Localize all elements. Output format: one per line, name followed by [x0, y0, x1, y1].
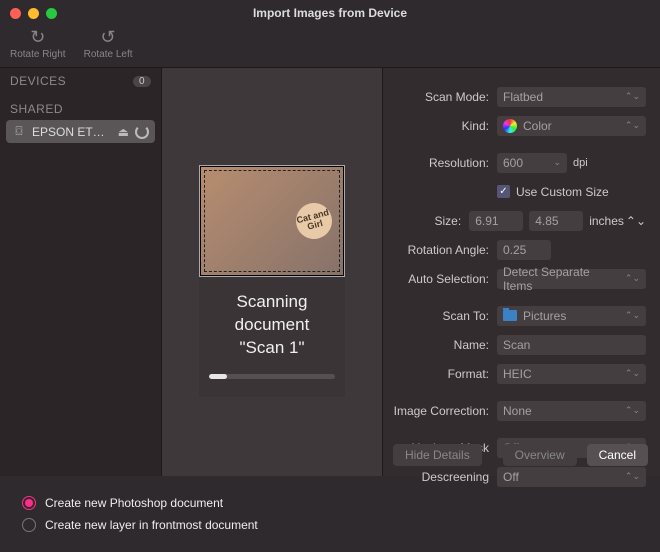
scan-status-line2: document — [207, 314, 337, 337]
size-height-input[interactable]: 4.85 — [529, 211, 583, 231]
auto-selection-value: Detect Separate Items — [503, 265, 619, 293]
rotate-left-button[interactable]: ↺ Rotate Left — [84, 26, 133, 60]
rotate-left-icon: ↺ — [101, 26, 116, 48]
maximize-icon[interactable] — [46, 8, 57, 19]
image-correction-select[interactable]: None ⌃⌄ — [497, 401, 646, 421]
preview-pane: Cat and Girl Scanning document "Scan 1" — [162, 68, 382, 476]
resolution-select[interactable]: 600 ⌄ — [497, 153, 567, 173]
size-width-value: 6.91 — [475, 214, 498, 228]
rotation-label: Rotation Angle: — [389, 243, 489, 257]
scan-status-overlay: Scanning document "Scan 1" — [199, 277, 345, 397]
shared-header: SHARED — [0, 100, 161, 118]
use-custom-size-checkbox[interactable]: ✓ Use Custom Size — [497, 185, 609, 199]
device-name: EPSON ET… — [32, 125, 112, 139]
button-bar: Hide Details Overview Cancel — [393, 444, 648, 466]
titlebar: Import Images from Device — [0, 0, 660, 26]
name-value: Scan — [503, 338, 530, 352]
chevron-updown-icon: ⌃⌄ — [625, 91, 640, 102]
main-area: DEVICES 0 SHARED ⌼ EPSON ET… ⏏ Cat and G… — [0, 68, 660, 476]
descreening-label: Descreening — [389, 470, 489, 484]
sidebar: DEVICES 0 SHARED ⌼ EPSON ET… ⏏ — [0, 68, 162, 476]
descreening-select[interactable]: Off ⌃⌄ — [497, 467, 646, 487]
size-height-value: 4.85 — [535, 214, 558, 228]
busy-spinner-icon — [135, 125, 149, 139]
image-correction-value: None — [503, 404, 532, 418]
rotate-right-icon: ↻ — [30, 26, 45, 48]
checkbox-checked-icon: ✓ — [497, 185, 510, 198]
descreening-value: Off — [503, 470, 519, 484]
radio-new-document[interactable]: Create new Photoshop document — [22, 496, 638, 510]
rotation-input[interactable]: 0.25 — [497, 240, 551, 260]
format-value: HEIC — [503, 367, 532, 381]
cancel-button[interactable]: Cancel — [587, 444, 648, 466]
window-title: Import Images from Device — [0, 6, 660, 20]
chevron-updown-icon: ⌃⌄ — [625, 471, 640, 482]
size-label: Size: — [389, 214, 461, 228]
resolution-unit: dpi — [573, 157, 588, 169]
size-unit-value: inches — [589, 214, 624, 228]
rotate-right-label: Rotate Right — [10, 49, 66, 60]
chevron-updown-icon: ⌃⌄ — [625, 310, 640, 321]
eject-icon[interactable]: ⏏ — [118, 125, 129, 139]
shared-header-label: SHARED — [10, 102, 63, 116]
chevron-updown-icon: ⌃⌄ — [626, 214, 646, 228]
rotate-left-label: Rotate Left — [84, 49, 133, 60]
scan-progress-bar — [209, 374, 227, 379]
settings-pane: Scan Mode: Flatbed ⌃⌄ Kind: Color ⌃⌄ Resol… — [382, 68, 660, 476]
scan-mode-select[interactable]: Flatbed ⌃⌄ — [497, 87, 646, 107]
name-input[interactable]: Scan — [497, 335, 646, 355]
preview-badge: Cat and Girl — [292, 199, 336, 243]
window-controls — [10, 8, 57, 19]
chevron-updown-icon: ⌃⌄ — [625, 120, 640, 131]
image-correction-label: Image Correction: — [389, 404, 489, 418]
format-label: Format: — [389, 367, 489, 381]
scanner-icon: ⌼ — [12, 124, 26, 139]
scan-mode-value: Flatbed — [503, 90, 543, 104]
format-select[interactable]: HEIC ⌃⌄ — [497, 364, 646, 384]
color-swatch-icon — [503, 119, 517, 133]
hide-details-button[interactable]: Hide Details — [393, 444, 482, 466]
auto-selection-label: Auto Selection: — [389, 272, 489, 286]
scan-preview-image[interactable]: Cat and Girl — [199, 165, 345, 277]
devices-header-label: DEVICES — [10, 74, 66, 88]
device-row-epson[interactable]: ⌼ EPSON ET… ⏏ — [6, 120, 155, 143]
size-unit-select[interactable]: inches⌃⌄ — [589, 214, 646, 228]
chevron-updown-icon: ⌃⌄ — [625, 368, 640, 379]
rotate-right-button[interactable]: ↻ Rotate Right — [10, 26, 66, 60]
use-custom-size-label: Use Custom Size — [516, 185, 609, 199]
scan-to-select[interactable]: Pictures ⌃⌄ — [497, 306, 646, 326]
folder-icon — [503, 310, 517, 321]
radio-new-document-label: Create new Photoshop document — [45, 496, 223, 510]
devices-header: DEVICES 0 — [0, 72, 161, 90]
scan-mode-label: Scan Mode: — [389, 90, 489, 104]
rotation-value: 0.25 — [503, 243, 526, 257]
radio-new-layer-label: Create new layer in frontmost document — [45, 518, 258, 532]
scan-status-line1: Scanning — [207, 291, 337, 314]
chevron-down-icon: ⌄ — [553, 157, 561, 168]
size-width-input[interactable]: 6.91 — [469, 211, 523, 231]
toolbar: ↻ Rotate Right ↺ Rotate Left — [0, 26, 660, 68]
resolution-label: Resolution: — [389, 156, 489, 170]
scan-to-value: Pictures — [523, 309, 566, 323]
radio-checked-icon — [22, 496, 36, 510]
chevron-updown-icon: ⌃⌄ — [625, 273, 640, 284]
kind-value: Color — [523, 119, 552, 133]
scan-status-line3: "Scan 1" — [207, 337, 337, 360]
name-label: Name: — [389, 338, 489, 352]
radio-unchecked-icon — [22, 518, 36, 532]
minimize-icon[interactable] — [28, 8, 39, 19]
close-icon[interactable] — [10, 8, 21, 19]
auto-selection-select[interactable]: Detect Separate Items⌃⌄ — [497, 269, 646, 289]
overview-button[interactable]: Overview — [503, 444, 577, 466]
devices-count: 0 — [133, 76, 151, 87]
scan-progress — [209, 374, 335, 379]
resolution-value: 600 — [503, 156, 523, 170]
chevron-updown-icon: ⌃⌄ — [625, 405, 640, 416]
kind-label: Kind: — [389, 119, 489, 133]
kind-select[interactable]: Color ⌃⌄ — [497, 116, 646, 136]
footer-options: Create new Photoshop document Create new… — [0, 476, 660, 552]
scan-to-label: Scan To: — [389, 309, 489, 323]
radio-new-layer[interactable]: Create new layer in frontmost document — [22, 518, 638, 532]
